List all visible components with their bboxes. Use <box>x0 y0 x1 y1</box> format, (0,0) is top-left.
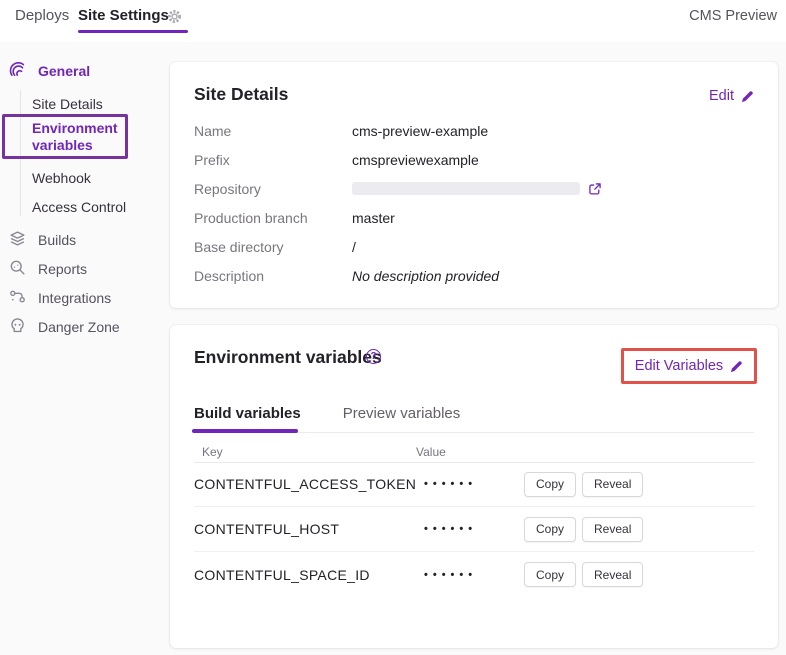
pencil-icon <box>741 90 754 103</box>
field-label: Repository <box>194 181 352 197</box>
red-highlight-box: Edit Variables <box>621 348 757 384</box>
sidebar-item-access-control[interactable]: Access Control <box>32 199 126 215</box>
sidebar-item-environment-variables[interactable]: Environment variables <box>32 120 127 154</box>
external-link-icon[interactable] <box>588 182 602 196</box>
variable-key: CONTENTFUL_SPACE_ID <box>194 567 424 583</box>
integrations-flow-icon <box>9 288 26 305</box>
column-header-value: Value <box>416 445 446 459</box>
field-row-description: Description No description provided <box>194 261 754 290</box>
tab-site-settings[interactable]: Site Settings <box>78 7 169 24</box>
environment-variables-card: Environment variables ? Edit Variables B… <box>170 325 778 648</box>
field-value: cmspreviewexample <box>352 152 479 168</box>
env-vars-table-header: Key Value <box>194 445 754 459</box>
sidebar-item-danger-zone[interactable]: Danger Zone <box>38 319 120 335</box>
site-name-label: CMS Preview <box>689 8 777 24</box>
table-row: CONTENTFUL_HOST •••••• Copy Reveal <box>194 507 754 552</box>
pencil-icon <box>730 360 743 373</box>
copy-button[interactable]: Copy <box>524 472 576 497</box>
sidebar-item-site-details[interactable]: Site Details <box>32 96 103 112</box>
builds-layers-icon <box>9 230 26 247</box>
tab-build-variables[interactable]: Build variables <box>194 405 301 422</box>
general-swirl-icon <box>9 61 27 79</box>
masked-value: •••••• <box>424 478 524 490</box>
edit-variables-button[interactable]: Edit Variables <box>635 358 743 374</box>
sidebar-item-webhook[interactable]: Webhook <box>32 170 91 186</box>
edit-variables-label: Edit Variables <box>635 358 723 374</box>
tab-preview-variables[interactable]: Preview variables <box>343 405 461 422</box>
reports-magnifier-icon <box>9 259 26 276</box>
variable-key: CONTENTFUL_ACCESS_TOKEN <box>194 476 424 492</box>
redacted-repository-value <box>352 182 580 195</box>
edit-label: Edit <box>709 88 734 104</box>
env-vars-rows: CONTENTFUL_ACCESS_TOKEN •••••• Copy Reve… <box>194 462 754 597</box>
copy-button[interactable]: Copy <box>524 517 576 542</box>
column-header-key: Key <box>194 445 416 459</box>
variable-key: CONTENTFUL_HOST <box>194 521 424 537</box>
masked-value: •••••• <box>424 569 524 581</box>
copy-button[interactable]: Copy <box>524 562 576 587</box>
top-nav: Deploys Site Settings CMS Preview <box>0 0 786 42</box>
env-vars-tabs: Build variables Preview variables <box>194 405 460 422</box>
settings-sidebar: General Site Details Environment variabl… <box>0 42 170 655</box>
table-row: CONTENTFUL_SPACE_ID •••••• Copy Reveal <box>194 552 754 597</box>
reveal-button[interactable]: Reveal <box>582 472 643 497</box>
field-row-repository: Repository <box>194 174 754 203</box>
sidebar-item-integrations[interactable]: Integrations <box>38 290 111 306</box>
field-label: Production branch <box>194 210 352 226</box>
field-value: master <box>352 210 395 226</box>
gear-icon <box>167 9 182 24</box>
field-value: No description provided <box>352 268 499 284</box>
reveal-button[interactable]: Reveal <box>582 562 643 587</box>
field-row-prefix: Prefix cmspreviewexample <box>194 145 754 174</box>
row-actions: Copy Reveal <box>524 517 643 542</box>
environment-variables-title: Environment variables <box>194 347 382 368</box>
edit-site-details-button[interactable]: Edit <box>709 88 754 104</box>
site-details-card: Site Details Edit Name cms-preview-examp… <box>170 62 778 308</box>
field-row-base-directory: Base directory / <box>194 232 754 261</box>
sidebar-item-general[interactable]: General <box>38 63 90 79</box>
tab-deploys[interactable]: Deploys <box>15 7 69 24</box>
reveal-button[interactable]: Reveal <box>582 517 643 542</box>
field-value: cms-preview-example <box>352 123 488 139</box>
sidebar-tree-line <box>20 90 21 216</box>
field-row-production-branch: Production branch master <box>194 203 754 232</box>
row-actions: Copy Reveal <box>524 562 643 587</box>
field-label: Prefix <box>194 152 352 168</box>
active-tab-underline <box>192 429 298 433</box>
field-value: / <box>352 239 356 255</box>
field-label: Description <box>194 268 352 284</box>
field-value-repository <box>352 182 602 196</box>
field-label: Base directory <box>194 239 352 255</box>
help-question-icon[interactable]: ? <box>366 349 381 364</box>
field-row-name: Name cms-preview-example <box>194 116 754 145</box>
field-label: Name <box>194 123 352 139</box>
masked-value: •••••• <box>424 523 524 535</box>
site-details-title: Site Details <box>194 84 288 105</box>
sidebar-item-builds[interactable]: Builds <box>38 232 76 248</box>
table-row: CONTENTFUL_ACCESS_TOKEN •••••• Copy Reve… <box>194 462 754 507</box>
site-details-fields: Name cms-preview-example Prefix cmsprevi… <box>194 116 754 290</box>
row-actions: Copy Reveal <box>524 472 643 497</box>
site-settings-page: { "nav": { "tabs": [ { "label": "Deploys… <box>0 0 786 655</box>
danger-zone-skull-icon <box>9 317 26 334</box>
active-tab-underline <box>78 30 188 33</box>
sidebar-item-reports[interactable]: Reports <box>38 261 87 277</box>
